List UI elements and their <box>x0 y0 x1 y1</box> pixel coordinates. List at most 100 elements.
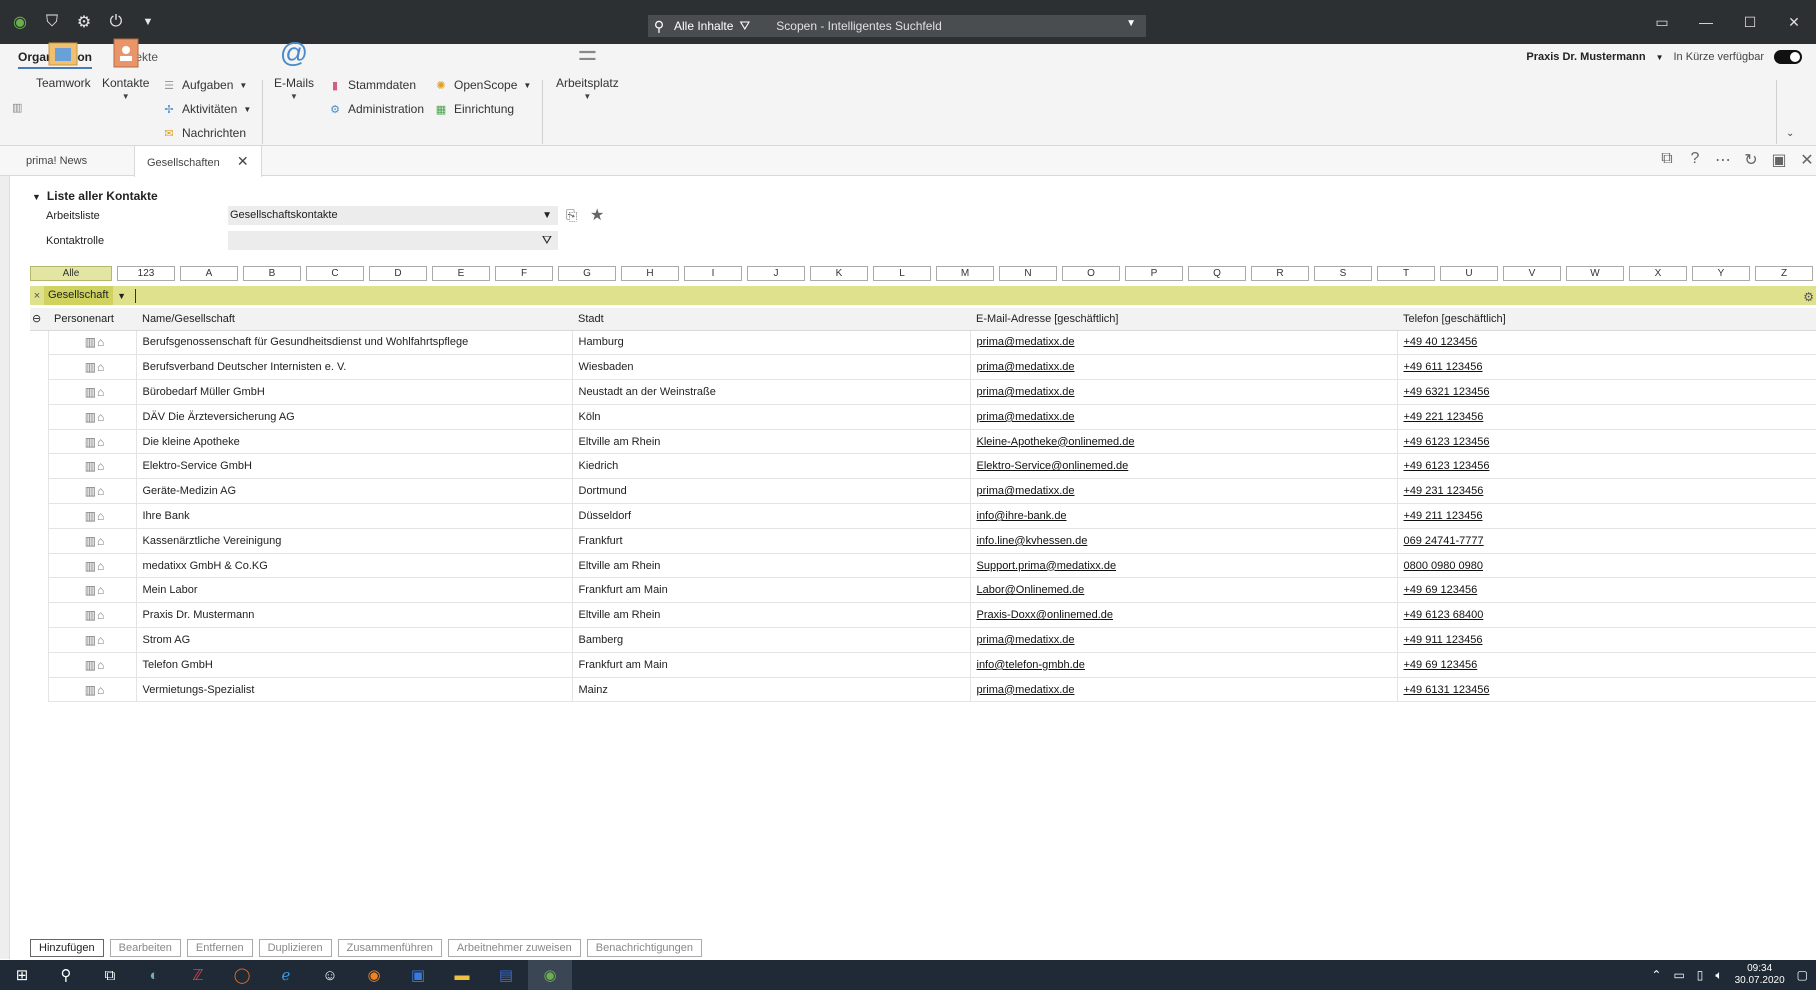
table-row[interactable]: ▥⌂ Bürobedarf Müller GmbH Neustadt an der … <box>30 379 1816 405</box>
chevron-down-icon[interactable]: ▼ <box>1126 18 1136 29</box>
dropdown-icon[interactable]: ▼ <box>138 12 158 32</box>
chevron-down-icon[interactable]: ▼ <box>122 92 130 101</box>
alpha-filter-o[interactable]: O <box>1062 266 1120 281</box>
cell-phone-link[interactable]: +49 231 123456 <box>1396 478 1816 505</box>
cell-phone-link[interactable]: +49 6321 123456 <box>1396 379 1816 405</box>
column-header-stadt[interactable]: Stadt <box>572 308 970 331</box>
table-row[interactable]: ▥⌂ medatixx GmbH & Co.KG Eltville am Rhein… <box>30 553 1816 579</box>
table-row[interactable]: ▥⌂ Telefon GmbH Frankfurt am Main info@tele… <box>30 652 1816 678</box>
user-menu[interactable]: Praxis Dr. Mustermann <box>1526 51 1645 63</box>
layout-icon[interactable]: ▭ <box>1640 10 1684 34</box>
cell-email-link[interactable]: prima@medatixx.de <box>969 478 1397 505</box>
alpha-filter-alle[interactable]: Alle <box>30 266 112 281</box>
column-settings-icon[interactable]: ⊖ <box>30 308 48 331</box>
chevron-up-icon[interactable]: ⌃ <box>1651 968 1661 982</box>
cell-phone-link[interactable]: +49 221 123456 <box>1396 404 1816 430</box>
power-icon[interactable]: ⏻ <box>106 12 126 32</box>
minimize-button[interactable]: — <box>1684 10 1728 34</box>
bag-icon[interactable]: ⛉ <box>42 12 62 32</box>
cell-email-link[interactable]: info.line@kvhessen.de <box>969 528 1397 554</box>
alpha-filter-c[interactable]: C <box>306 266 364 281</box>
word-icon[interactable]: ▤ <box>484 960 528 990</box>
ribbon-collapse-icon[interactable]: ⌄ <box>1786 128 1794 139</box>
copy-icon[interactable]: ⧉ <box>1658 150 1676 170</box>
task-view-icon[interactable]: ⧉ <box>88 960 132 990</box>
cell-email-link[interactable]: prima@medatixx.de <box>969 404 1397 430</box>
smiley-icon[interactable]: ☺ <box>308 960 352 990</box>
cell-email-link[interactable]: Support.prima@medatixx.de <box>969 553 1397 579</box>
arbeitnehmer-zuweisen-button[interactable]: Arbeitnehmer zuweisen <box>447 939 581 957</box>
table-row[interactable]: ▥⌂ Ihre Bank Düsseldorf info@ihre-bank.de +4… <box>30 503 1816 529</box>
cell-email-link[interactable]: Labor@Onlinemed.de <box>969 577 1397 604</box>
kontaktrolle-field[interactable]: ⛛ <box>228 231 558 250</box>
collapse-triangle-icon[interactable]: ▼ <box>32 192 41 202</box>
table-row[interactable]: ▥⌂ Berufsgenossenschaft für Gesundheitsdi… <box>30 330 1816 356</box>
table-row[interactable]: ▥⌂ Geräte-Medizin AG Dortmund prima@medatix… <box>30 478 1816 505</box>
table-row[interactable]: ▥⌂ DÄV Die Ärzteversicherung AG Köln prima@… <box>30 404 1816 430</box>
stammdaten-button[interactable]: ▮ Stammdaten <box>328 78 416 92</box>
smart-search-field[interactable]: ⚲ Alle Inhalte ⛛ Scopen - Intelligentes … <box>648 15 1146 37</box>
chevron-down-icon[interactable]: ▼ <box>523 81 531 90</box>
teamwork-button[interactable]: Teamwork <box>36 36 91 90</box>
app-logo-icon[interactable]: ◉ <box>10 12 30 32</box>
alpha-filter-g[interactable]: G <box>558 266 616 281</box>
search-icon[interactable]: ⚲ <box>44 960 88 990</box>
table-row[interactable]: ▥⌂ Berufsverband Deutscher Internisten e.… <box>30 354 1816 381</box>
arbeitsplatz-button[interactable]: ⚌ Arbeitsplatz ▼ <box>556 36 619 101</box>
cell-phone-link[interactable]: +49 6123 123456 <box>1396 429 1816 455</box>
tab-gesellschaften[interactable]: Gesellschaften ✕ <box>134 146 262 177</box>
battery-icon[interactable]: ▭ <box>1673 968 1684 982</box>
cell-phone-link[interactable]: +49 40 123456 <box>1396 330 1816 356</box>
alpha-filter-n[interactable]: N <box>999 266 1057 281</box>
aktivitaeten-button[interactable]: ✢ Aktivitäten ▼ <box>162 102 251 116</box>
clock[interactable]: 09:34 30.07.2020 <box>1735 963 1785 987</box>
entfernen-button[interactable]: Entfernen <box>186 939 253 957</box>
close-icon[interactable]: ✕ <box>237 153 249 169</box>
save-icon[interactable]: ▣ <box>1770 150 1788 170</box>
close-button[interactable]: ✕ <box>1772 10 1816 34</box>
table-row[interactable]: ▥⌂ Mein Labor Frankfurt am Main Labor@Onlin… <box>30 577 1816 604</box>
alpha-filter-v[interactable]: V <box>1503 266 1561 281</box>
availability-toggle[interactable] <box>1774 50 1802 64</box>
chevron-down-icon[interactable]: ▼ <box>243 105 251 114</box>
table-row[interactable]: ▥⌂ Elektro-Service GmbH Kiedrich Elektro-Se… <box>30 453 1816 480</box>
chevron-down-icon[interactable]: ▼ <box>239 81 247 90</box>
volume-icon[interactable]: 🔈︎ <box>1715 968 1722 983</box>
filter-input-cursor[interactable] <box>134 288 136 303</box>
table-row[interactable]: ▥⌂ Praxis Dr. Mustermann Eltville am Rhein… <box>30 602 1816 629</box>
alpha-filter-u[interactable]: U <box>1440 266 1498 281</box>
hinzufügen-button[interactable]: Hinzufügen <box>30 939 104 957</box>
chevron-down-icon[interactable]: ▼ <box>1656 53 1664 62</box>
windows-start-icon[interactable]: ⊞ <box>0 960 44 990</box>
cell-email-link[interactable]: Elektro-Service@onlinemed.de <box>969 453 1397 480</box>
cell-phone-link[interactable]: +49 69 123456 <box>1396 652 1816 678</box>
cell-phone-link[interactable]: 0800 0980 0980 <box>1396 553 1816 579</box>
cell-email-link[interactable]: Praxis-Doxx@onlinemed.de <box>969 602 1397 629</box>
chevron-down-icon[interactable]: ▼ <box>542 206 552 225</box>
alpha-filter-p[interactable]: P <box>1125 266 1183 281</box>
chevron-down-icon[interactable]: ▼ <box>113 291 131 301</box>
zusammenführen-button[interactable]: Zusammenführen <box>337 939 442 957</box>
section-title[interactable]: ▼ Liste aller Kontakte <box>32 189 158 203</box>
network-icon[interactable]: ▯ <box>1697 968 1704 982</box>
cell-phone-link[interactable]: +49 6123 68400 <box>1396 602 1816 629</box>
alpha-filter-q[interactable]: Q <box>1188 266 1246 281</box>
filter-tag[interactable]: Gesellschaft <box>44 286 113 305</box>
column-header-personenart[interactable]: Personenart <box>48 308 136 331</box>
cell-email-link[interactable]: prima@medatixx.de <box>969 354 1397 381</box>
chevron-down-icon[interactable]: ▼ <box>583 92 591 101</box>
alpha-filter-123[interactable]: 123 <box>117 266 175 281</box>
alpha-filter-l[interactable]: L <box>873 266 931 281</box>
edge-icon[interactable]: ℯ <box>264 960 308 990</box>
alpha-filter-w[interactable]: W <box>1566 266 1624 281</box>
alpha-filter-e[interactable]: E <box>432 266 490 281</box>
chevron-down-icon[interactable]: ▼ <box>290 92 298 101</box>
cell-phone-link[interactable]: +49 211 123456 <box>1396 503 1816 529</box>
refresh-icon[interactable]: ↻ <box>1742 150 1760 170</box>
administration-button[interactable]: ⚙ Administration <box>328 102 424 116</box>
table-row[interactable]: ▥⌂ Vermietungs-Spezialist Mainz prima@medat… <box>30 677 1816 703</box>
alpha-filter-x[interactable]: X <box>1629 266 1687 281</box>
firefox-icon[interactable]: ◉ <box>352 960 396 990</box>
arbeitsliste-select[interactable]: Gesellschaftskontakte ▼ <box>228 206 558 225</box>
nachrichten-button[interactable]: ✉ Nachrichten <box>162 126 246 140</box>
